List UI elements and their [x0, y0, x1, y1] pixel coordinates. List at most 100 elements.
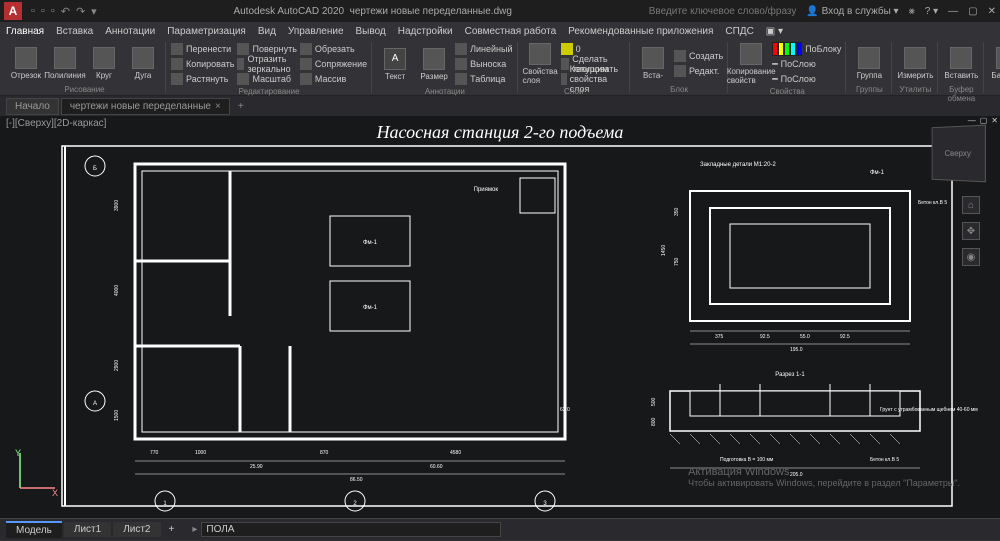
arc-button[interactable]: Дуга — [125, 42, 161, 84]
svg-text:Приямок: Приямок — [474, 187, 499, 193]
vp-min-icon[interactable]: — — [968, 116, 976, 125]
insert-icon — [642, 47, 664, 69]
maximize-icon[interactable]: ▢ — [968, 6, 977, 17]
svg-text:Фм-1: Фм-1 — [363, 305, 378, 311]
sheet1-tab[interactable]: Лист1 — [64, 522, 111, 537]
tab-parametric[interactable]: Параметризация — [167, 26, 246, 37]
minimize-icon[interactable]: — — [948, 6, 958, 17]
new-tab-button[interactable]: + — [232, 101, 250, 112]
base-view-button[interactable]: Базовый — [989, 42, 1000, 84]
array-button[interactable]: Массив — [300, 72, 367, 86]
sheet2-tab[interactable]: Лист2 — [113, 522, 160, 537]
layer-props-button[interactable]: Свойства слоя — [523, 43, 558, 85]
qat-open-icon[interactable]: ▫ — [41, 5, 45, 18]
svg-text:195.0: 195.0 — [790, 347, 803, 353]
tab-main[interactable]: Главная — [6, 26, 44, 37]
qat-save-icon[interactable]: ▫ — [51, 5, 55, 18]
view-cube[interactable]: Сверху — [932, 125, 986, 183]
viewport-label[interactable]: [-][Сверху][2D-каркас] — [6, 118, 106, 129]
panel-modify: Перенести Копировать Растянуть Повернуть… — [167, 42, 372, 93]
expand-icon[interactable]: ▣ ▾ — [766, 26, 783, 37]
panel-layers: Свойства слоя 0 Сделать текущим Копирова… — [519, 42, 630, 93]
create-block[interactable]: Создать — [674, 49, 723, 63]
start-tab[interactable]: Начало — [6, 98, 59, 115]
copy-button[interactable]: Копировать — [171, 57, 234, 71]
orbit-icon[interactable]: ◉ — [962, 248, 980, 266]
arc-icon — [132, 47, 154, 69]
svg-text:X: X — [52, 488, 58, 498]
svg-text:Разрез 1-1: Разрез 1-1 — [775, 372, 805, 378]
search-input[interactable]: Введите ключевое слово/фразу — [649, 6, 797, 17]
table-button[interactable]: Таблица — [455, 72, 512, 86]
panel-draw: Отрезок Полилиния Круг Дуга Рисование — [4, 42, 166, 93]
panel-annotation: AТекст Размер Линейный Выноска Таблица А… — [373, 42, 517, 93]
svg-text:2900: 2900 — [114, 360, 120, 371]
qat-redo-icon[interactable]: ↷ — [76, 5, 85, 18]
login-button[interactable]: 👤 Вход в службы ▾ — [806, 6, 898, 17]
svg-text:86.50: 86.50 — [350, 477, 363, 483]
tab-annotate[interactable]: Аннотации — [105, 26, 155, 37]
stretch-button[interactable]: Растянуть — [171, 72, 234, 86]
pan-icon[interactable]: ✥ — [962, 222, 980, 240]
measure-icon — [904, 47, 926, 69]
polyline-button[interactable]: Полилиния — [47, 42, 83, 84]
model-tab[interactable]: Модель — [6, 521, 62, 538]
scale-button[interactable]: Масштаб — [237, 72, 296, 86]
copy-layer-button[interactable]: Копировать свойства слоя — [561, 72, 625, 86]
linear-button[interactable]: Линейный — [455, 42, 512, 56]
tab-spds[interactable]: СПДС — [725, 26, 753, 37]
qat-new-icon[interactable]: ▫ — [31, 5, 35, 18]
help-icon[interactable]: ? ▾ — [925, 6, 938, 17]
tab-output[interactable]: Вывод — [356, 26, 386, 37]
svg-text:Бетон кл.B 5: Бетон кл.B 5 — [870, 457, 899, 463]
app-logo-icon[interactable]: A — [4, 2, 22, 20]
tab-view[interactable]: Вид — [258, 26, 276, 37]
home-icon[interactable]: ⌂ — [962, 196, 980, 214]
vp-max-icon[interactable]: ▢ — [980, 116, 988, 125]
group-button[interactable]: Группа — [851, 42, 887, 84]
svg-text:4000: 4000 — [114, 285, 120, 296]
insert-block[interactable]: Вста- — [635, 42, 671, 84]
mirror-icon — [237, 58, 244, 70]
lineweight-combo[interactable]: ━ПоСлою — [772, 57, 841, 71]
linetype-combo[interactable]: ━ПоСлою — [772, 72, 841, 86]
match-props-button[interactable]: Копирование свойств — [733, 43, 769, 85]
paste-button[interactable]: Вставить — [943, 42, 979, 84]
edit-block[interactable]: Редакт. — [674, 64, 723, 78]
paste-icon — [950, 47, 972, 69]
close-icon[interactable]: ✕ — [988, 6, 996, 17]
linear-icon — [455, 43, 467, 55]
vp-close-icon[interactable]: ✕ — [991, 116, 998, 125]
measure-button[interactable]: Измерить — [897, 42, 933, 84]
command-line[interactable]: ▸ — [192, 522, 994, 537]
text-button[interactable]: AТекст — [377, 43, 413, 85]
fillet-button[interactable]: Сопряжение — [300, 57, 367, 71]
drawing-canvas[interactable]: — ▢ ✕ [-][Сверху][2D-каркас] Сверху ⌂ ✥ … — [0, 116, 1000, 518]
tab-featured[interactable]: Рекомендованные приложения — [568, 26, 713, 37]
panel-block: Вста- Создать Редакт. Блок — [631, 42, 728, 93]
doc-tab[interactable]: чертежи новые переделанные× — [61, 98, 230, 115]
tab-insert[interactable]: Вставка — [56, 26, 93, 37]
mirror-button[interactable]: Отразить зеркально — [237, 57, 296, 71]
move-button[interactable]: Перенести — [171, 42, 234, 56]
trim-button[interactable]: Обрезать — [300, 42, 367, 56]
tab-manage[interactable]: Управление — [288, 26, 344, 37]
circle-button[interactable]: Круг — [86, 42, 122, 84]
quick-access-toolbar: ▫ ▫ ▫ ↶ ↷ ▾ — [31, 5, 97, 18]
foundation-detail: Закладные детали М1:20-2 Фм-1 Бетон кл.B… — [661, 162, 947, 353]
color-combo[interactable]: ПоБлоку — [772, 42, 841, 56]
line-icon — [15, 47, 37, 69]
qat-undo-icon[interactable]: ↶ — [61, 5, 70, 18]
svg-text:3900: 3900 — [114, 200, 120, 211]
dimension-button[interactable]: Размер — [416, 43, 452, 85]
tab-collab[interactable]: Совместная работа — [465, 26, 557, 37]
tab-addins[interactable]: Надстройки — [398, 26, 453, 37]
add-layout-button[interactable]: + — [163, 524, 181, 535]
circle-icon — [93, 47, 115, 69]
leader-button[interactable]: Выноска — [455, 57, 512, 71]
dim-icon — [423, 48, 445, 70]
command-input[interactable] — [201, 522, 501, 537]
exchange-icon[interactable]: ⨳ — [909, 6, 915, 17]
line-button[interactable]: Отрезок — [8, 42, 44, 84]
close-tab-icon[interactable]: × — [215, 101, 221, 112]
